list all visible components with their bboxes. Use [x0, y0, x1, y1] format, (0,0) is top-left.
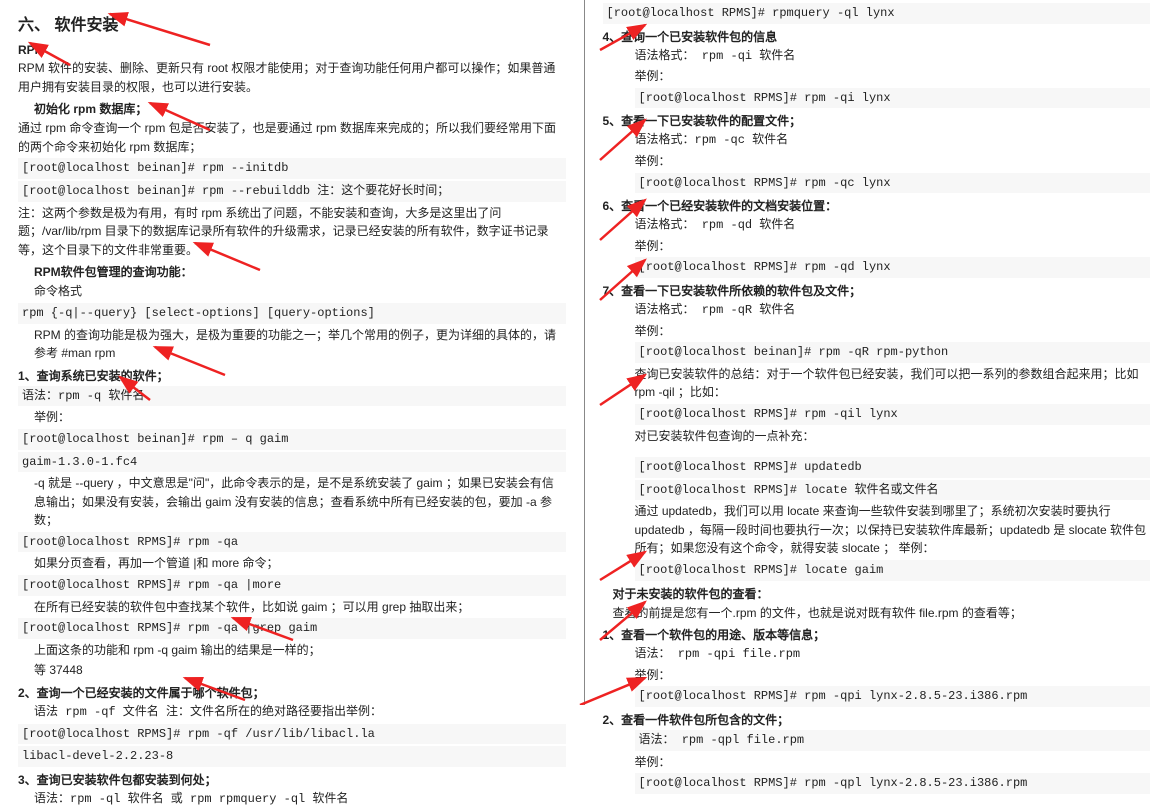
sec5-heading: 5、查看一下已安装软件的配置文件； [603, 112, 1151, 129]
init-heading: 初始化 rpm 数据库； [34, 100, 566, 117]
sec2-cmd2: libacl-devel-2.2.23-8 [18, 746, 566, 767]
sec1-syntax: 语法：rpm -q 软件名 [18, 386, 566, 407]
u1-cmd: [root@localhost RPMS]# rpm -qpi lynx-2.8… [635, 686, 1151, 707]
sec1-note3: 在所有已经安装的软件包中查找某个软件，比如说 gaim ；可以用 grep 抽取… [34, 598, 566, 617]
sec4-example: 举例： [635, 67, 1151, 86]
sec4-cmd: [root@localhost RPMS]# rpm -qi lynx [635, 88, 1151, 109]
init-paragraph: 通过 rpm 命令查询一个 rpm 包是否安装了，也是要通过 rpm 数据库来完… [18, 119, 566, 156]
sec1-cmd2: gaim-1.3.0-1.fc4 [18, 452, 566, 473]
main-title: 六、 软件安装 [18, 11, 566, 35]
u2-syntax: 语法： rpm -qpl file.rpm [635, 730, 1151, 751]
sec1-heading: 1、查询系统已安装的软件； [18, 367, 566, 384]
right-column: [root@localhost RPMS]# rpmquery -ql lynx… [585, 0, 1168, 705]
sec6-example: 举例： [635, 237, 1151, 256]
intro-text: RPM 软件的安装、删除、更新只有 root 权限才能使用；对于查询功能任何用户… [18, 59, 566, 96]
sec5-cmd: [root@localhost RPMS]# rpm -qc lynx [635, 173, 1151, 194]
sec1-note5: 等 37448 [34, 661, 566, 680]
sec1-note2: 如果分页查看，再加一个管道 |和 more 命令； [34, 554, 566, 573]
query-heading: RPM软件包管理的查询功能： [34, 263, 566, 280]
sec7-note3: 通过 updatedb，我们可以用 locate 来查询一些软件安装到哪里了；系… [635, 502, 1151, 558]
init-cmd-1: [root@localhost beinan]# rpm --initdb [18, 158, 566, 179]
sec6-syntax: 语法格式： rpm -qd 软件名 [635, 216, 1151, 235]
right-line0: [root@localhost RPMS]# rpmquery -ql lynx [603, 3, 1151, 24]
sec7-note2: 对已安装软件包查询的一点补充： [635, 427, 1151, 446]
sec1-note4: 上面这条的功能和 rpm -q gaim 输出的结果是一样的； [34, 641, 566, 660]
query-note: RPM 的查询功能是极为强大，是极为重要的功能之一；举几个常用的例子，更为详细的… [34, 326, 566, 363]
sec6-cmd: [root@localhost RPMS]# rpm -qd lynx [635, 257, 1151, 278]
sec7-cmd: [root@localhost beinan]# rpm -qR rpm-pyt… [635, 342, 1151, 363]
rpm-header: RPM [18, 43, 566, 57]
init-note: 注：这两个参数是极为有用，有时 rpm 系统出了问题，不能安装和查询，大多是这里… [18, 204, 566, 260]
sec1-cmd4: [root@localhost RPMS]# rpm -qa |more [18, 575, 566, 596]
u1-syntax: 语法： rpm -qpi file.rpm [635, 645, 1151, 664]
sec7-heading: 7、查看一下已安装软件所依赖的软件包及文件； [603, 282, 1151, 299]
init-cmd-2: [root@localhost beinan]# rpm --rebuilddb… [18, 181, 566, 202]
u1-heading: 1、查看一个软件包的用途、版本等信息； [603, 626, 1151, 643]
uninst-note: 查看的前提是您有一个.rpm 的文件，也就是说对既有软件 file.rpm 的查… [613, 604, 1151, 623]
cmd-format-label: 命令格式 [34, 282, 566, 301]
sec2-cmd1: [root@localhost RPMS]# rpm -qf /usr/lib/… [18, 724, 566, 745]
sec6-heading: 6、查看一个已经安装软件的文档安装位置： [603, 197, 1151, 214]
u2-example: 举例： [635, 753, 1151, 772]
sec7-cmd2: [root@localhost RPMS]# rpm -qil lynx [635, 404, 1151, 425]
sec7-syntax: 语法格式： rpm -qR 软件名 [635, 301, 1151, 320]
u2-cmd: [root@localhost RPMS]# rpm -qpl lynx-2.8… [635, 773, 1151, 794]
sec4-syntax: 语法格式： rpm -qi 软件名 [635, 47, 1151, 66]
sec2-heading: 2、查询一个已经安装的文件属于哪个软件包； [18, 684, 566, 701]
sec1-cmd5: [root@localhost RPMS]# rpm -qa |grep gai… [18, 618, 566, 639]
uninst-heading: 对于未安装的软件包的查看： [613, 585, 1151, 602]
u2-heading: 2、查看一件软件包所包含的文件； [603, 711, 1151, 728]
sec7-note: 查询已安装软件的总结：对于一个软件包已经安装，我们可以把一系列的参数组合起来用；… [635, 365, 1151, 402]
sec7-cmd4: [root@localhost RPMS]# locate 软件名或文件名 [635, 480, 1151, 501]
cmd-format: rpm {-q|--query} [select-options] [query… [18, 303, 566, 324]
sec4-heading: 4、查询一个已安装软件包的信息 [603, 28, 1151, 45]
sec7-cmd3: [root@localhost RPMS]# updatedb [635, 457, 1151, 478]
sec3-syntax: 语法：rpm -ql 软件名 或 rpm rpmquery -ql 软件名 [34, 790, 566, 808]
u1-example: 举例： [635, 666, 1151, 685]
sec1-note: -q 就是 --query ，中文意思是"问"，此命令表示的是，是不是系统安装了… [34, 474, 566, 530]
sec1-cmd3: [root@localhost RPMS]# rpm -qa [18, 532, 566, 553]
sec7-example: 举例： [635, 322, 1151, 341]
sec5-syntax: 语法格式：rpm -qc 软件名 [635, 131, 1151, 150]
sec2-syntax: 语法 rpm -qf 文件名 注：文件名所在的绝对路径要指出举例： [34, 703, 566, 722]
left-column: 六、 软件安装 RPM RPM 软件的安装、删除、更新只有 root 权限才能使… [0, 0, 585, 705]
sec7-cmd5: [root@localhost RPMS]# locate gaim [635, 560, 1151, 581]
sec1-example-label: 举例： [34, 408, 566, 427]
sec5-example: 举例： [635, 152, 1151, 171]
sec1-cmd1: [root@localhost beinan]# rpm – q gaim [18, 429, 566, 450]
sec3-heading: 3、查询已安装软件包都安装到何处； [18, 771, 566, 788]
